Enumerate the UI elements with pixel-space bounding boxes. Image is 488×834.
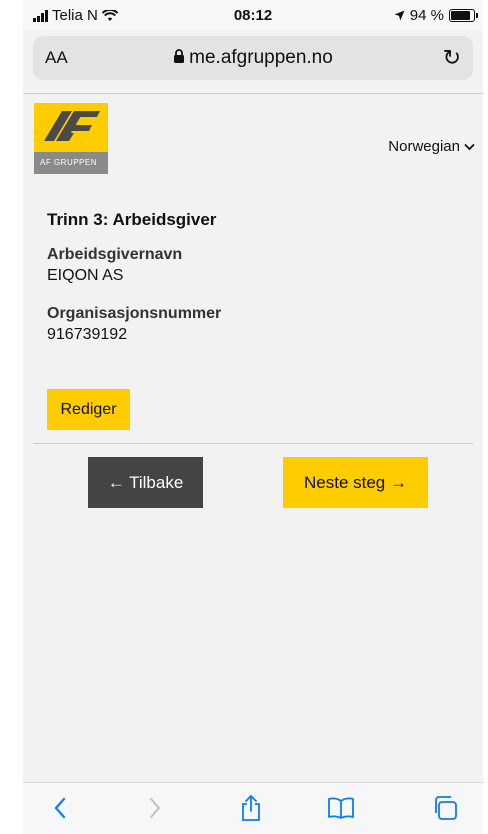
chevron-down-icon (464, 143, 475, 150)
af-logo-mark (44, 111, 100, 141)
address-bar[interactable]: AA me.afgruppen.no ↻ (33, 36, 473, 80)
url-display[interactable]: me.afgruppen.no (33, 47, 473, 69)
tabs-icon[interactable] (430, 793, 460, 823)
language-selector[interactable]: Norwegian (388, 138, 475, 155)
employer-name-value: EIQON AS (47, 267, 124, 284)
status-right: 94 % (394, 7, 478, 24)
employer-summary: Trinn 3: Arbeidsgiver Arbeidsgivernavn E… (47, 210, 467, 344)
url-text: me.afgruppen.no (189, 47, 333, 68)
org-number-value: 916739192 (47, 326, 128, 343)
back-icon[interactable] (45, 793, 75, 823)
bookmarks-icon[interactable] (326, 793, 356, 823)
language-label: Norwegian (388, 138, 460, 155)
location-icon (394, 10, 405, 21)
af-gruppen-logo[interactable]: AF GRUPPEN (34, 103, 108, 174)
section-divider (33, 443, 473, 444)
share-icon[interactable] (236, 793, 266, 823)
employer-name-label: Arbeidsgivernavn (47, 246, 183, 263)
edit-button[interactable]: Rediger (47, 389, 130, 430)
phone-screen: Telia N 08:12 94 % AA me.afgruppen.no ↻ … (23, 0, 483, 834)
reload-icon[interactable]: ↻ (443, 45, 461, 71)
browser-toolbar (23, 782, 483, 834)
status-bar: Telia N 08:12 94 % (23, 0, 483, 30)
org-number-label: Organisasjonsnummer (47, 305, 222, 322)
forward-icon[interactable] (140, 793, 170, 823)
battery-icon (449, 9, 478, 22)
back-button[interactable]: ← Tilbake (88, 457, 203, 508)
header-divider (23, 93, 483, 94)
battery-percent: 94 % (409, 7, 444, 24)
lock-icon (174, 49, 185, 63)
next-step-button[interactable]: Neste steg → (283, 457, 428, 508)
logo-band-text: AF GRUPPEN (34, 152, 108, 174)
step-title: Trinn 3: Arbeidsgiver (47, 210, 217, 229)
